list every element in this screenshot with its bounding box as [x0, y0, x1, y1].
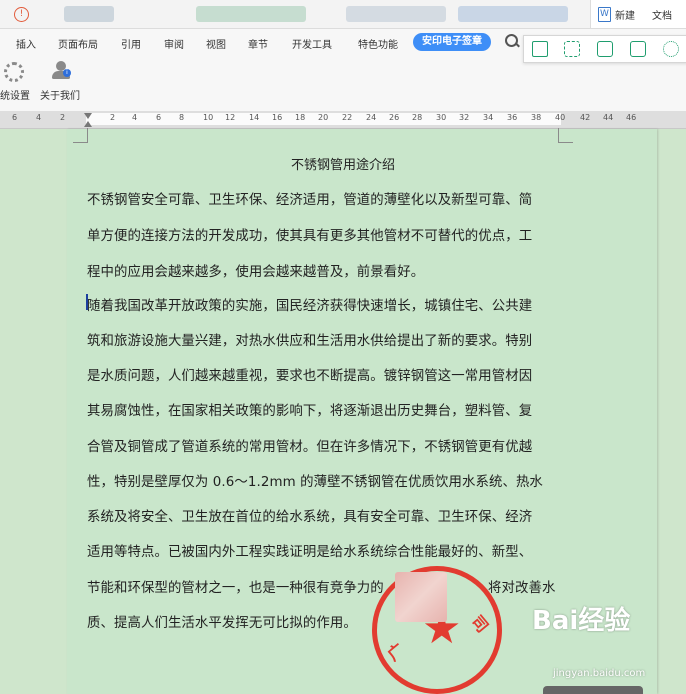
- ruler-number: 24: [366, 113, 377, 122]
- text-cursor: [86, 294, 88, 310]
- page-corner-mark: [73, 128, 88, 143]
- ruler-number: 36: [507, 113, 518, 122]
- baidu-jingyan-watermark: Bai经验: [532, 606, 631, 636]
- menu-view[interactable]: 视图: [206, 36, 226, 51]
- paragraph-line: 系统及将安全、卫生放在首位的给水系统，具有安全可靠、卫生环保、经济: [87, 510, 533, 525]
- ruler-number: 8: [179, 113, 185, 122]
- ruler-number: 40: [555, 113, 566, 122]
- paragraph-line: 是水质问题，人们越来越重视，要求也不断提高。镀锌钢管这一常用管材因: [87, 369, 533, 384]
- paragraph-line: 单方便的连接方法的开发成功，使其具有更多其他管材不可替代的优点，工: [87, 229, 533, 244]
- ruler-number: 4: [36, 113, 42, 122]
- ruler-number: 30: [436, 113, 447, 122]
- paragraph-line: 合管及铜管成了管道系统的常用管材。但在许多情况下，不锈钢管更有优越: [87, 440, 533, 455]
- blurred-seal-text: [395, 572, 447, 622]
- ruler-number: 14: [249, 113, 260, 122]
- menu-e-signature[interactable]: 安印电子签章: [413, 33, 491, 51]
- gear-icon[interactable]: [4, 62, 24, 82]
- menu-page-layout[interactable]: 页面布局: [58, 36, 98, 51]
- paragraph-line: 随着我国改革开放政策的实施，国民经济获得快速增长，城镇住宅、公共建: [87, 299, 533, 314]
- ruler-number: 26: [389, 113, 400, 122]
- about-us-button[interactable]: 关于我们: [40, 87, 80, 102]
- paragraph-line: 不锈钢管安全可靠、卫生环保、经济适用，管道的薄壁化以及新型可靠、简: [87, 193, 533, 208]
- blurred-tab[interactable]: [458, 6, 568, 22]
- paragraph-line: 性，特别是壁厚仅为 0.6～1.2mm 的薄壁不锈钢管在优质饮用水系统、热水: [87, 475, 543, 490]
- document-title: 不锈钢管用途介绍: [290, 158, 395, 173]
- user-info-icon[interactable]: i: [52, 61, 71, 79]
- menu-e-signature-label: 安印电子签章: [422, 36, 482, 47]
- document-tab[interactable]: W 新建 文档: [590, 0, 686, 28]
- ruler-number: 32: [459, 113, 470, 122]
- document-tab-suffix: 文档: [652, 11, 672, 22]
- paragraph-line: 质、提高人们生活水平发挥无可比拟的作用。: [87, 616, 357, 631]
- ruler-number: 6: [156, 113, 162, 122]
- expand-icon[interactable]: [564, 41, 580, 57]
- paragraph-line: 程中的应用会越来越多，使用会越来越普及，前景看好。: [87, 265, 425, 280]
- writer-doc-icon: W: [598, 7, 611, 22]
- menu-section[interactable]: 章节: [248, 36, 268, 51]
- watermark-url: jingyan.baidu.com: [553, 668, 646, 679]
- ruler-number: 2: [60, 113, 66, 122]
- blurred-tab[interactable]: [196, 6, 306, 22]
- ruler-number: 42: [580, 113, 591, 122]
- paragraph-line: 其易腐蚀性，在国家相关政策的影响下，将逐渐退出历史舞台，塑料管、复: [87, 404, 533, 419]
- left-indent-marker[interactable]: [84, 121, 92, 127]
- document-tab-prefix: 新建: [615, 11, 635, 22]
- ruler-number: 12: [225, 113, 236, 122]
- browser-tab-strip: ! W 新建 文档: [0, 0, 686, 29]
- ruler-number: 34: [483, 113, 494, 122]
- paragraph-line: 节能和环保型的管材之一，也是一种很有竞争力的: [87, 581, 384, 596]
- ruler-number: 28: [412, 113, 423, 122]
- first-line-indent-marker[interactable]: [84, 113, 92, 119]
- ruler-number: 20: [318, 113, 329, 122]
- ruler-number: 46: [626, 113, 637, 122]
- ruler-number: 2: [110, 113, 116, 122]
- menu-review[interactable]: 审阅: [164, 36, 184, 51]
- paragraph-line: 筑和旅游设施大量兴建，对热水供应和生活用水供给提出了新的要求。特别: [87, 334, 533, 349]
- mobile-icon[interactable]: [532, 41, 548, 57]
- save-icon[interactable]: [597, 41, 613, 57]
- bottom-scroll-tab[interactable]: [543, 686, 643, 694]
- menu-insert[interactable]: 插入: [16, 36, 36, 51]
- search-icon[interactable]: [505, 34, 518, 47]
- menu-developer[interactable]: 开发工具: [292, 36, 332, 51]
- ruler-number: 4: [132, 113, 138, 122]
- circle-exclamation-icon[interactable]: !: [14, 7, 29, 22]
- ribbon-toolbar: [0, 55, 686, 112]
- info-badge-icon: i: [63, 69, 71, 77]
- menu-references[interactable]: 引用: [121, 36, 141, 51]
- seal-right-char: 司: [467, 611, 493, 637]
- ruler-number: 18: [295, 113, 306, 122]
- settings-gear-icon[interactable]: [663, 41, 679, 57]
- paragraph-line-tail: 将对改善水: [488, 581, 556, 596]
- system-settings-button[interactable]: 统设置: [0, 87, 30, 102]
- ruler-number: 10: [203, 113, 214, 122]
- ruler-number: 44: [603, 113, 614, 122]
- ruler-number: 22: [342, 113, 353, 122]
- ruler-number: 16: [272, 113, 283, 122]
- ruler-number: 38: [531, 113, 542, 122]
- page-corner-mark: [558, 128, 573, 143]
- seal-left-char: 广: [383, 639, 409, 665]
- menu-special-features[interactable]: 特色功能: [358, 36, 398, 51]
- blurred-tab[interactable]: [346, 6, 446, 22]
- floating-tool-panel: [523, 35, 686, 63]
- blurred-tab[interactable]: [64, 6, 114, 22]
- ruler-number: 6: [12, 113, 18, 122]
- share-icon[interactable]: [630, 41, 646, 57]
- paragraph-line: 适用等特点。已被国内外工程实践证明是给水系统综合性能最好的、新型、: [87, 545, 533, 560]
